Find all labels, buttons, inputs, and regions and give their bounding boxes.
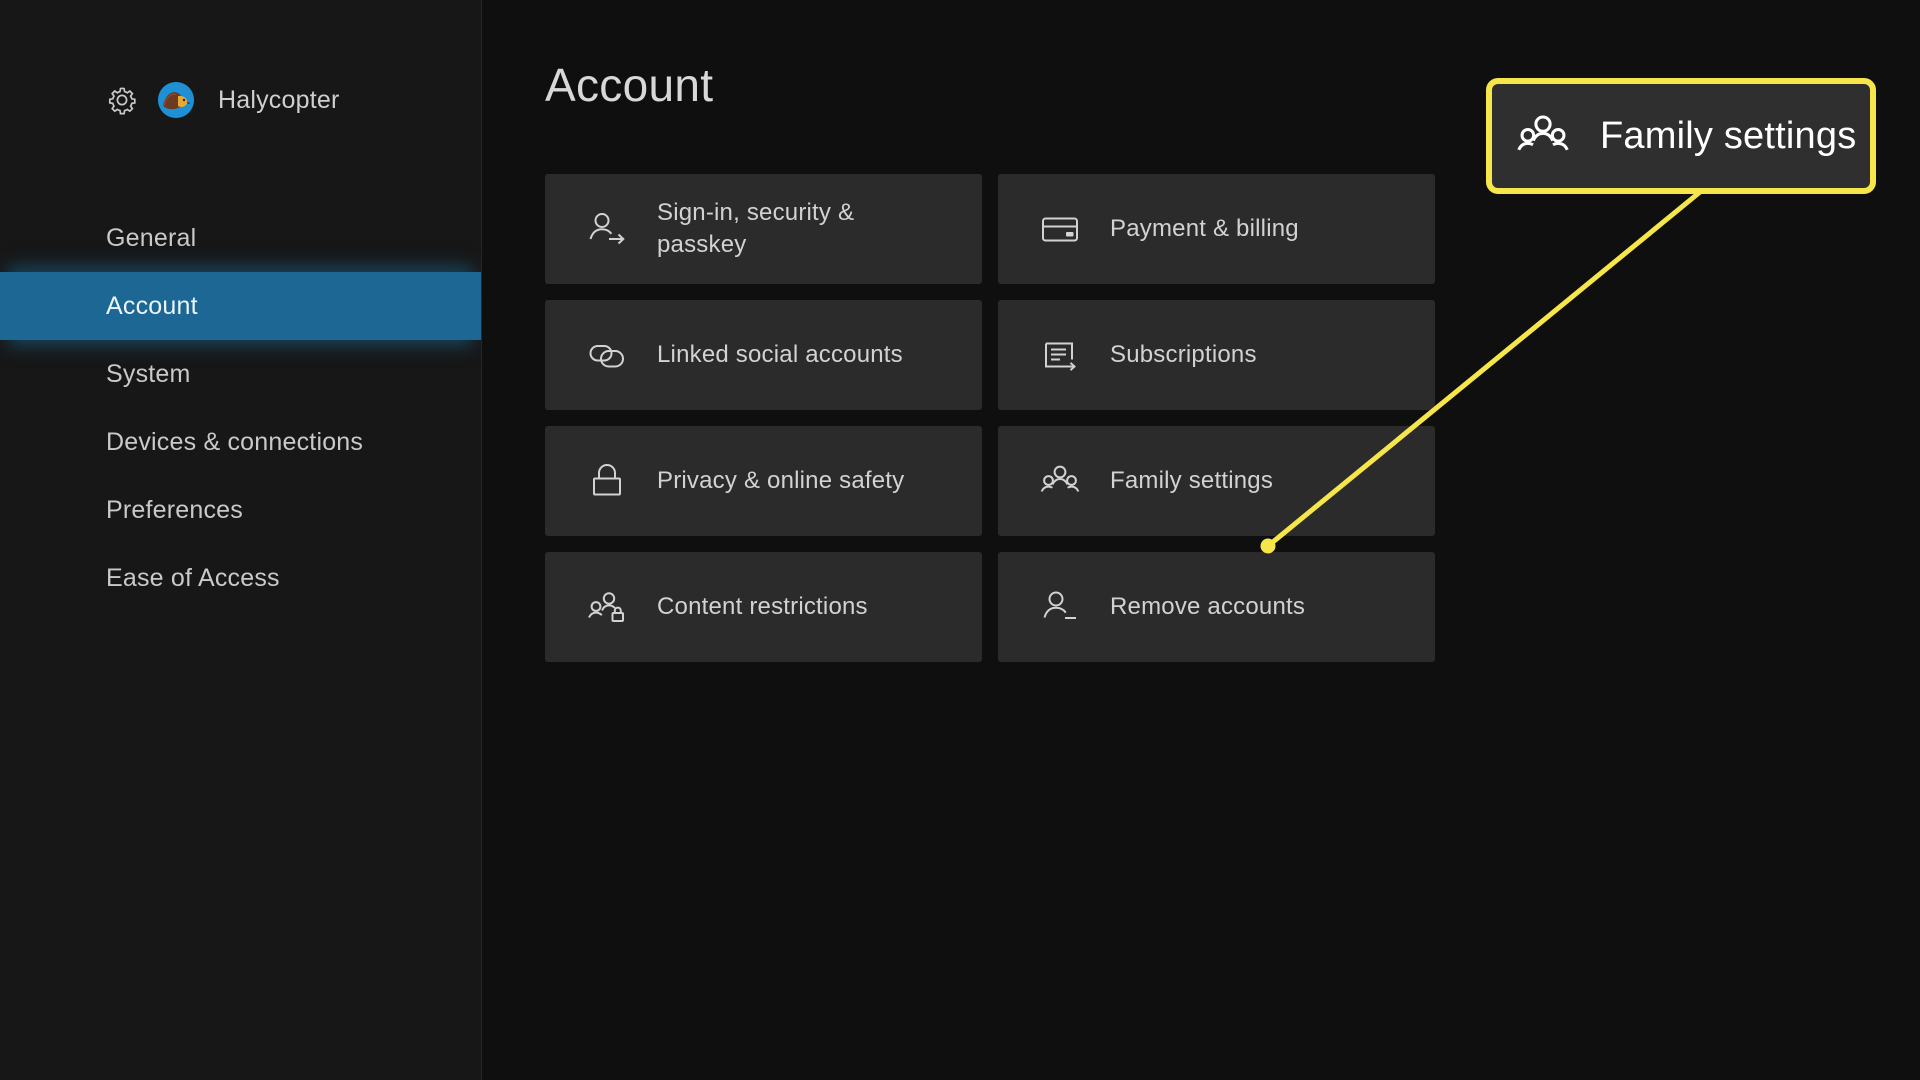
sidebar-item-label: Ease of Access [106, 563, 280, 592]
sidebar-nav: General Account System Devices & connect… [0, 204, 481, 612]
callout-label: Family settings [1600, 114, 1857, 157]
family-settings-callout: Family settings [1486, 78, 1876, 194]
sidebar-item-system[interactable]: System [0, 340, 481, 408]
tile-linked-social-accounts[interactable]: Linked social accounts [545, 300, 982, 410]
tile-label: Remove accounts [1110, 593, 1306, 620]
people-lock-icon [585, 585, 629, 629]
tile-subscriptions[interactable]: Subscriptions [998, 300, 1435, 410]
credit-card-icon [1038, 207, 1082, 251]
person-minus-icon [1038, 585, 1082, 629]
tile-payment-billing[interactable]: Payment & billing [998, 174, 1435, 284]
tile-label: Privacy & online safety [657, 467, 905, 494]
tile-label: Sign-in, security & passkey [657, 199, 855, 258]
tile-label: Subscriptions [1110, 341, 1257, 368]
sidebar: Halycopter General Account System Device… [0, 0, 482, 1080]
link-chain-icon [585, 333, 629, 377]
gear-icon[interactable] [104, 82, 140, 118]
sidebar-item-devices-connections[interactable]: Devices & connections [0, 408, 481, 476]
sidebar-item-preferences[interactable]: Preferences [0, 476, 481, 544]
sidebar-item-ease-of-access[interactable]: Ease of Access [0, 544, 481, 612]
person-arrow-icon [585, 207, 629, 251]
avatar[interactable] [158, 82, 194, 118]
sidebar-item-label: Devices & connections [106, 427, 364, 456]
sidebar-item-label: General [106, 223, 197, 252]
padlock-icon [585, 459, 629, 503]
sidebar-item-label: System [106, 359, 191, 388]
tile-content-restrictions[interactable]: Content restrictions [545, 552, 982, 662]
sidebar-item-general[interactable]: General [0, 204, 481, 272]
tile-label: Content restrictions [657, 593, 868, 620]
tile-label: Linked social accounts [657, 341, 903, 368]
family-group-icon [1514, 107, 1572, 165]
tile-family-settings[interactable]: Family settings [998, 426, 1435, 536]
tile-label: Payment & billing [1110, 215, 1299, 242]
tile-remove-accounts[interactable]: Remove accounts [998, 552, 1435, 662]
sidebar-item-account[interactable]: Account [0, 272, 481, 340]
account-tile-grid: Sign-in, security & passkey Payment & bi… [545, 174, 1435, 662]
family-group-icon [1038, 459, 1082, 503]
sidebar-item-label: Account [106, 291, 198, 320]
gamertag-label: Halycopter [218, 85, 340, 114]
tile-label: Family settings [1110, 467, 1274, 494]
document-arrow-icon [1038, 333, 1082, 377]
tile-privacy-online-safety[interactable]: Privacy & online safety [545, 426, 982, 536]
tile-sign-in-security-passkey[interactable]: Sign-in, security & passkey [545, 174, 982, 284]
sidebar-item-label: Preferences [106, 495, 243, 524]
account-header[interactable]: Halycopter [0, 0, 481, 122]
